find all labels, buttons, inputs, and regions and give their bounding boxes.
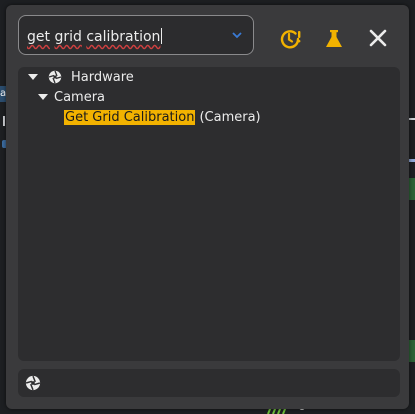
- close-button[interactable]: [366, 26, 390, 50]
- chevron-down-icon[interactable]: [231, 30, 243, 42]
- flask-icon: [326, 30, 342, 47]
- tree-item-label: Hardware: [71, 69, 134, 85]
- command-search-dialog: get grid calibration Hardware Camera Get…: [6, 5, 409, 409]
- status-bar: [18, 369, 400, 397]
- tree-item-camera[interactable]: Camera: [38, 87, 105, 107]
- expand-triangle-icon[interactable]: [38, 94, 48, 100]
- search-input[interactable]: get grid calibration: [27, 28, 227, 46]
- filter-button[interactable]: [322, 27, 346, 51]
- tree-item-label: Camera: [54, 89, 106, 105]
- tree-item-hardware[interactable]: Hardware: [28, 67, 134, 87]
- background-node: [409, 178, 415, 200]
- expand-triangle-icon[interactable]: [28, 74, 38, 80]
- aperture-icon: [48, 70, 62, 84]
- tree-item-result[interactable]: Get Grid Calibration (Camera): [64, 107, 261, 127]
- search-word: get: [27, 29, 50, 45]
- search-match-highlight: Get Grid Calibration: [64, 109, 196, 125]
- search-word: calibration: [86, 29, 161, 45]
- text-caret: [161, 28, 163, 44]
- aperture-icon: [25, 375, 41, 391]
- results-tree: Hardware Camera Get Grid Calibration (Ca…: [18, 67, 400, 361]
- background-line: [408, 118, 415, 120]
- background-node: [409, 340, 415, 362]
- background-mark: [3, 116, 5, 126]
- search-field[interactable]: get grid calibration: [18, 15, 254, 55]
- history-button[interactable]: [278, 27, 302, 51]
- search-word: grid: [54, 29, 82, 45]
- clock-alert-icon: [280, 30, 301, 49]
- result-context: (Camera): [199, 109, 261, 125]
- close-icon: [369, 29, 387, 47]
